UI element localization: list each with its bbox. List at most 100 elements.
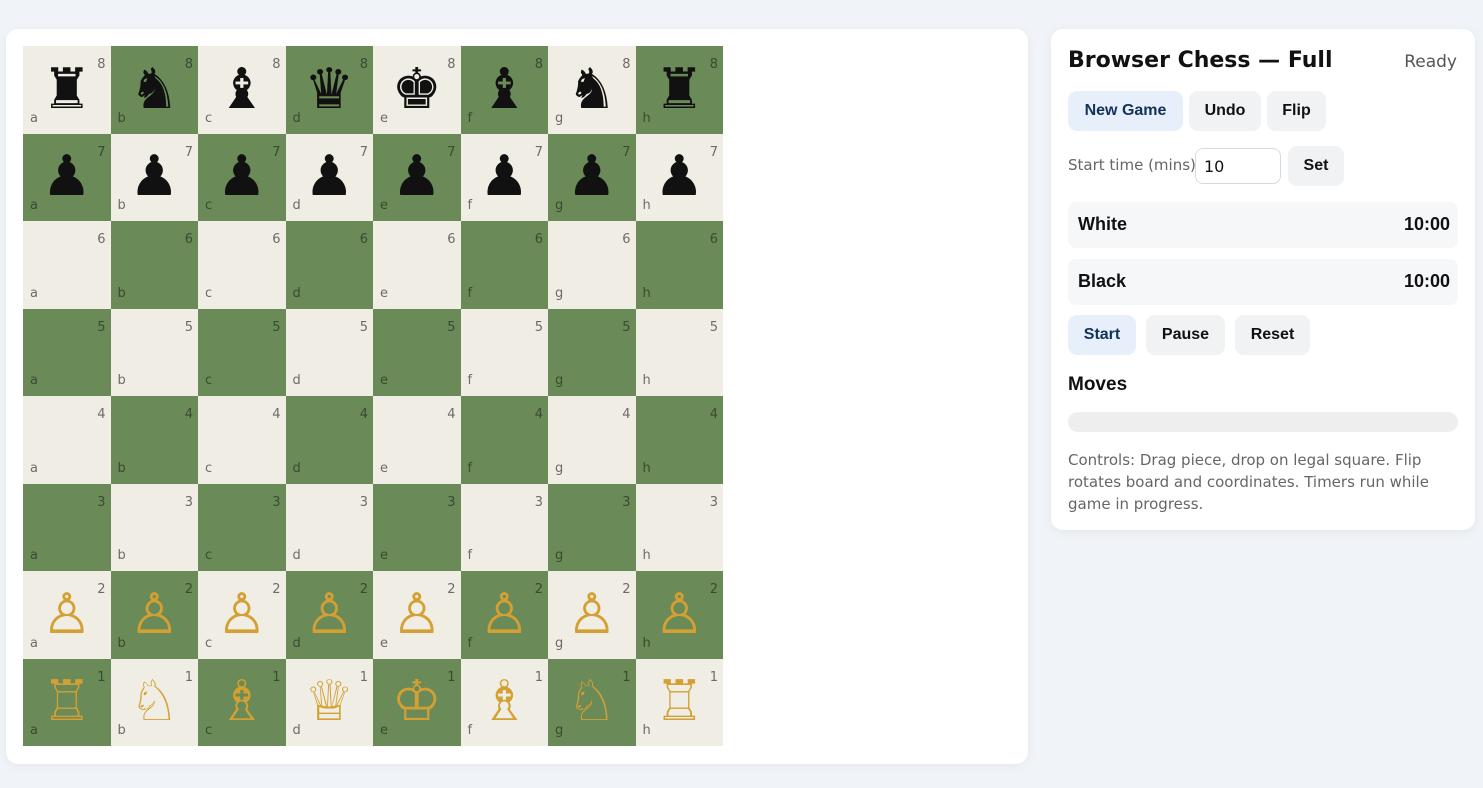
- square-a8[interactable]: 8 a ♜: [23, 46, 111, 134]
- black-piece-d8[interactable]: ♛: [286, 46, 374, 134]
- square-d3[interactable]: 3d: [285, 483, 373, 571]
- black-piece-h7[interactable]: ♟: [636, 134, 724, 222]
- square-e5[interactable]: 5e: [373, 308, 461, 396]
- square-a2[interactable]: 2 a ♙: [23, 571, 111, 659]
- square-g7[interactable]: 7 g ♟: [548, 133, 636, 222]
- square-g3[interactable]: 3g: [548, 483, 636, 571]
- set-time-button[interactable]: Set: [1288, 146, 1344, 186]
- square-h6[interactable]: 6h: [635, 221, 723, 309]
- black-piece-b7[interactable]: ♟: [111, 134, 199, 222]
- white-piece-a1[interactable]: ♖: [23, 659, 111, 747]
- pause-timer-button[interactable]: Pause: [1146, 315, 1225, 355]
- square-b3[interactable]: 3b: [110, 483, 198, 571]
- square-h8[interactable]: 8 h ♜: [635, 46, 724, 134]
- square-g1[interactable]: 1 g ♘: [548, 658, 636, 747]
- start-time-input[interactable]: [1195, 148, 1281, 184]
- square-e6[interactable]: 6e: [373, 221, 461, 309]
- square-d6[interactable]: 6d: [285, 221, 373, 309]
- square-a6[interactable]: 6a: [23, 221, 111, 309]
- white-piece-h1[interactable]: ♖: [636, 659, 724, 747]
- square-e4[interactable]: 4e: [373, 396, 461, 484]
- black-piece-c8[interactable]: ♝: [198, 46, 286, 134]
- square-b1[interactable]: 1 b ♘: [110, 658, 199, 747]
- black-piece-g8[interactable]: ♞: [548, 46, 636, 134]
- white-piece-b1[interactable]: ♘: [111, 659, 199, 747]
- square-e8[interactable]: 8 e ♚: [373, 46, 461, 134]
- square-g8[interactable]: 8 g ♞: [548, 46, 636, 134]
- square-c4[interactable]: 4c: [198, 396, 286, 484]
- square-f1[interactable]: 1 f ♗: [460, 658, 549, 747]
- square-f2[interactable]: 2 f ♙: [460, 571, 549, 659]
- reset-timer-button[interactable]: Reset: [1235, 315, 1310, 355]
- black-piece-c7[interactable]: ♟: [198, 134, 286, 222]
- square-d4[interactable]: 4d: [285, 396, 373, 484]
- square-d5[interactable]: 5d: [285, 308, 373, 396]
- white-piece-c2[interactable]: ♙: [198, 571, 286, 659]
- square-f7[interactable]: 7 f ♟: [460, 133, 548, 221]
- flip-button[interactable]: Flip: [1267, 91, 1326, 131]
- square-h3[interactable]: 3h: [635, 483, 723, 571]
- black-piece-g7[interactable]: ♟: [548, 134, 636, 222]
- square-d1[interactable]: 1 d ♕: [285, 658, 374, 747]
- square-e7[interactable]: 7 e ♟: [373, 133, 461, 222]
- square-d8[interactable]: 8 d ♛: [285, 46, 374, 134]
- square-b6[interactable]: 6b: [110, 221, 198, 309]
- square-f8[interactable]: 8 f ♝: [460, 46, 548, 134]
- square-g6[interactable]: 6g: [548, 221, 636, 309]
- white-piece-a2[interactable]: ♙: [23, 571, 111, 659]
- square-c8[interactable]: 8 c ♝: [198, 46, 286, 134]
- black-piece-e8[interactable]: ♚: [373, 46, 461, 134]
- square-c1[interactable]: 1 c ♗: [198, 658, 286, 747]
- square-e3[interactable]: 3e: [373, 483, 461, 571]
- white-piece-b2[interactable]: ♙: [111, 571, 199, 659]
- white-piece-g1[interactable]: ♘: [548, 659, 636, 747]
- square-h5[interactable]: 5h: [635, 308, 723, 396]
- new-game-button[interactable]: New Game: [1068, 91, 1183, 131]
- square-h2[interactable]: 2 h ♙: [635, 571, 723, 659]
- black-piece-b8[interactable]: ♞: [111, 46, 199, 134]
- square-b5[interactable]: 5b: [110, 308, 198, 396]
- black-piece-e7[interactable]: ♟: [373, 134, 461, 222]
- square-d7[interactable]: 7 d ♟: [285, 133, 374, 222]
- square-c3[interactable]: 3c: [198, 483, 286, 571]
- square-f3[interactable]: 3f: [460, 483, 548, 571]
- white-piece-d1[interactable]: ♕: [286, 659, 374, 747]
- moves-list[interactable]: [1068, 412, 1458, 432]
- white-piece-e2[interactable]: ♙: [373, 571, 461, 659]
- square-h4[interactable]: 4h: [635, 396, 723, 484]
- square-a3[interactable]: 3a: [23, 483, 111, 571]
- black-piece-a8[interactable]: ♜: [23, 46, 111, 134]
- start-timer-button[interactable]: Start: [1068, 315, 1136, 355]
- square-a7[interactable]: 7 a ♟: [23, 133, 111, 222]
- white-piece-f1[interactable]: ♗: [461, 659, 549, 747]
- square-f4[interactable]: 4f: [460, 396, 548, 484]
- white-piece-c1[interactable]: ♗: [198, 659, 286, 747]
- square-d2[interactable]: 2 d ♙: [285, 571, 374, 659]
- square-g5[interactable]: 5g: [548, 308, 636, 396]
- square-g4[interactable]: 4g: [548, 396, 636, 484]
- square-h7[interactable]: 7 h ♟: [635, 133, 724, 222]
- black-piece-a7[interactable]: ♟: [23, 134, 111, 222]
- square-e2[interactable]: 2 e ♙: [373, 571, 461, 659]
- white-piece-f2[interactable]: ♙: [461, 571, 549, 659]
- square-c2[interactable]: 2 c ♙: [198, 571, 286, 659]
- square-f5[interactable]: 5f: [460, 308, 548, 396]
- white-piece-g2[interactable]: ♙: [548, 571, 636, 659]
- square-c5[interactable]: 5c: [198, 308, 286, 396]
- square-a4[interactable]: 4a: [23, 396, 111, 484]
- square-b7[interactable]: 7 b ♟: [110, 133, 199, 222]
- square-b4[interactable]: 4b: [110, 396, 198, 484]
- square-a5[interactable]: 5a: [23, 308, 111, 396]
- square-b8[interactable]: 8 b ♞: [110, 46, 199, 134]
- white-piece-e1[interactable]: ♔: [373, 659, 461, 747]
- square-e1[interactable]: 1 e ♔: [373, 658, 461, 747]
- black-piece-d7[interactable]: ♟: [286, 134, 374, 222]
- undo-button[interactable]: Undo: [1189, 91, 1261, 131]
- square-c7[interactable]: 7 c ♟: [198, 133, 286, 222]
- square-c6[interactable]: 6c: [198, 221, 286, 309]
- square-b2[interactable]: 2 b ♙: [110, 571, 199, 659]
- chess-board[interactable]: 8 a ♜ 8 b ♞ 8 c ♝ 8 d ♛ 8 e ♚ 8 f ♝ 8 g ♞ 8 h ♜ 7 a ♟ 7 b ♟ 7 c ♟ 7 d ♟ 7 e ♟ 7…: [23, 46, 723, 746]
- black-piece-h8[interactable]: ♜: [636, 46, 724, 134]
- white-piece-d2[interactable]: ♙: [286, 571, 374, 659]
- square-a1[interactable]: 1 a ♖: [23, 658, 111, 747]
